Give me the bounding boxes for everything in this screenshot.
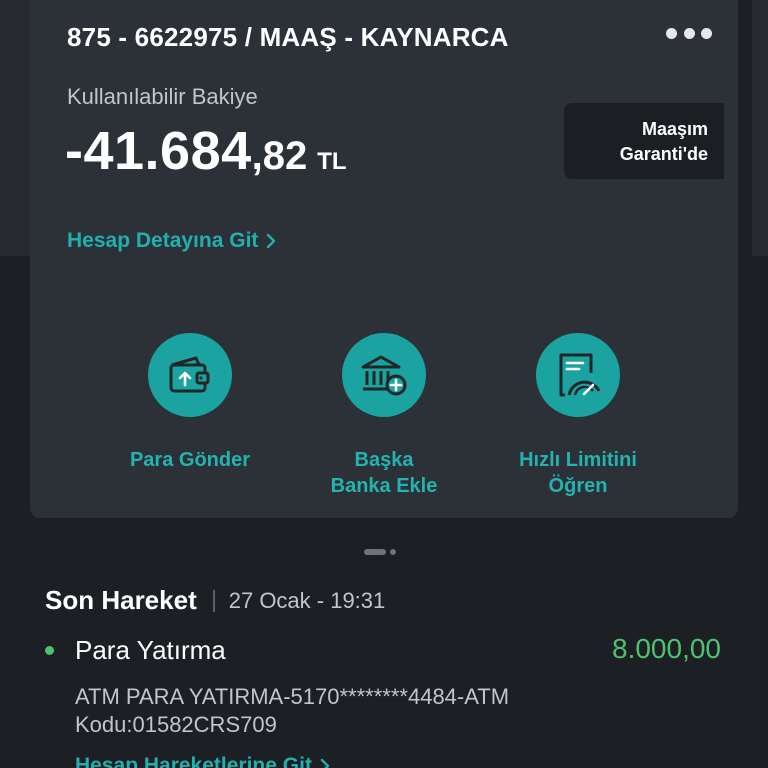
salary-badge[interactable]: Maaşım Garanti'de: [564, 103, 724, 179]
account-screen: 875 - 6622975 / MAAŞ - KAYNARCA Kullanıl…: [0, 0, 768, 768]
balance-currency: TL: [317, 148, 347, 175]
header-divider: [212, 589, 215, 612]
wallet-send-icon: [169, 356, 210, 393]
more-options-icon[interactable]: [666, 22, 712, 44]
limit-gauge-icon: [559, 353, 601, 397]
last-transaction-date: 27 Ocak - 19:31: [228, 587, 386, 613]
quick-limit-label: Hızlı Limitini Öğren: [478, 447, 678, 499]
send-money-label: Para Gönder: [129, 449, 251, 471]
add-other-bank-label: Başka Banka Ekle: [284, 447, 484, 499]
transaction-amount: 8.000,00: [612, 633, 721, 664]
previous-card-edge: [0, 0, 30, 256]
chevron-right-icon: [320, 758, 330, 768]
salary-badge-line2: Garanti'de: [619, 144, 708, 164]
balance-decimal: ,82: [251, 134, 308, 178]
balance-integer: -41.684: [65, 121, 252, 181]
card-pager[interactable]: [364, 549, 396, 555]
balance-amount: -41.684,82 TL: [65, 120, 347, 182]
pager-dot-active[interactable]: [364, 549, 386, 555]
quick-limit-button[interactable]: [536, 333, 620, 417]
status-dot-icon: [45, 646, 54, 655]
account-detail-link-label: Hesap Detayına Git: [67, 229, 259, 252]
add-other-bank-action[interactable]: Başka Banka Ekle: [284, 333, 484, 499]
add-other-bank-label-line1: Başka: [354, 449, 414, 471]
quick-limit-label-line2: Öğren: [548, 475, 608, 497]
bank-add-icon: [361, 355, 407, 396]
pager-dot[interactable]: [390, 549, 396, 555]
account-detail-link[interactable]: Hesap Detayına Git: [67, 229, 276, 253]
last-transaction-header: Son Hareket 27 Ocak - 19:31: [45, 585, 385, 616]
last-transaction-title: Son Hareket: [45, 585, 197, 615]
send-money-button[interactable]: [148, 333, 232, 417]
quick-limit-label-line1: Hızlı Limitini: [519, 449, 637, 471]
account-transactions-link-label: Hesap Hareketlerine Git: [75, 754, 312, 768]
account-title: 875 - 6622975 / MAAŞ - KAYNARCA: [67, 22, 509, 52]
transaction-description: ATM PARA YATIRMA-5170********4484-ATM Ko…: [75, 684, 510, 737]
transaction-name: Para Yatırma: [75, 635, 226, 665]
quick-limit-action[interactable]: Hızlı Limitini Öğren: [478, 333, 678, 499]
balance-label: Kullanılabilir Bakiye: [67, 84, 258, 109]
add-other-bank-button[interactable]: [342, 333, 426, 417]
salary-badge-line1: Maaşım: [641, 119, 708, 139]
add-other-bank-label-line2: Banka Ekle: [330, 475, 438, 497]
transaction-row[interactable]: Para Yatırma 8.000,00: [45, 633, 725, 667]
account-transactions-link[interactable]: Hesap Hareketlerine Git: [75, 754, 330, 768]
chevron-right-icon: [267, 233, 276, 249]
next-card-edge: [752, 0, 768, 256]
send-money-action[interactable]: Para Gönder: [90, 333, 290, 473]
